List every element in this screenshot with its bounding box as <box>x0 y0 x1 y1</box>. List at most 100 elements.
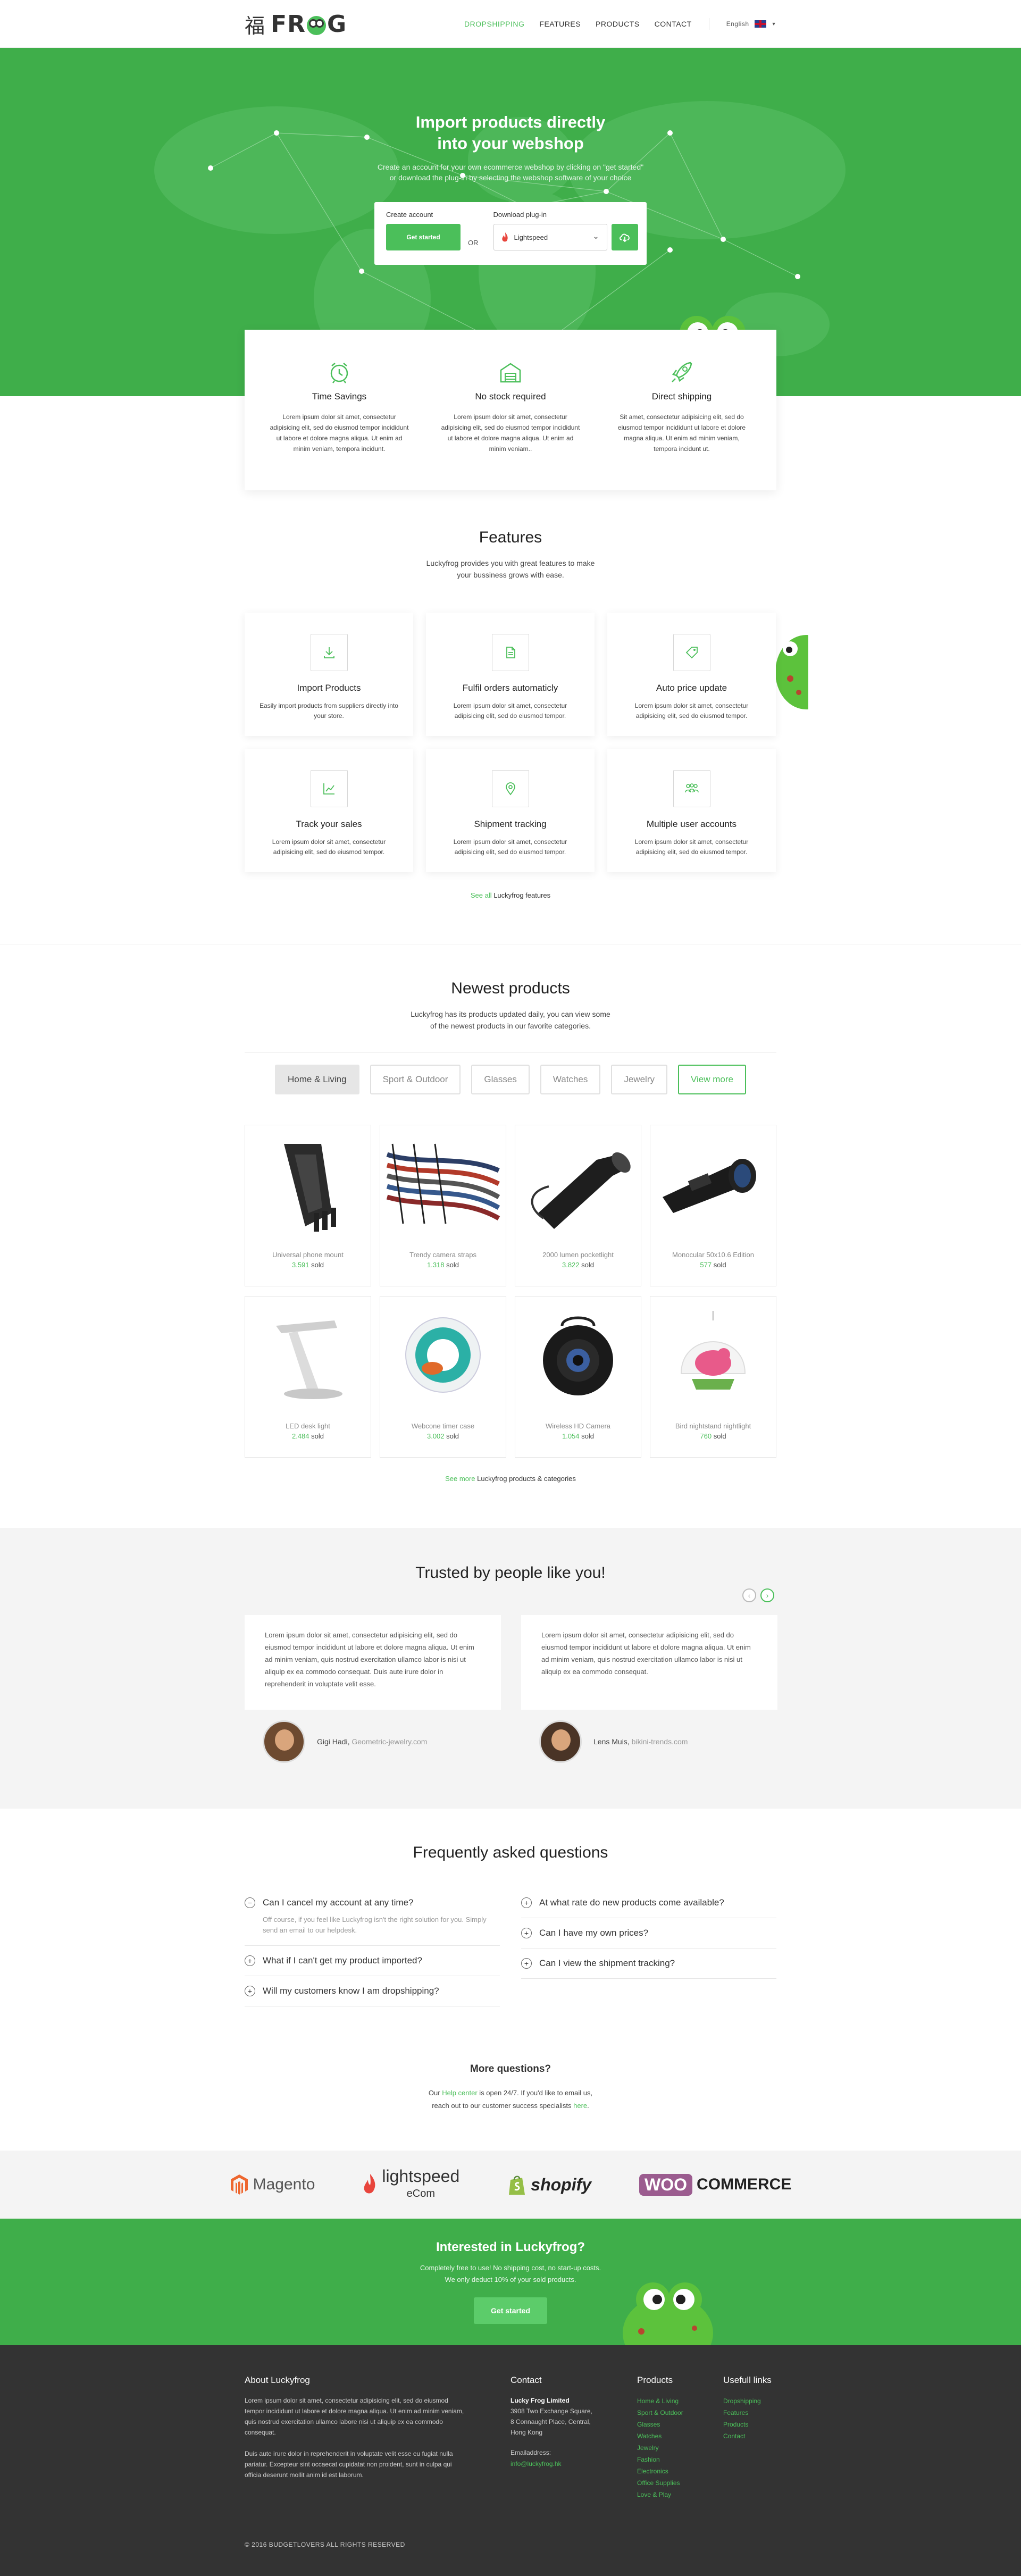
features-grid: Import Products Easily import products f… <box>245 613 776 872</box>
footer-useful-link[interactable]: Products <box>723 2419 772 2430</box>
tab-jewelry[interactable]: Jewelry <box>611 1065 667 1094</box>
woo-badge: WOO <box>639 2173 693 2196</box>
author-site[interactable]: bikini-trends.com <box>632 1737 688 1746</box>
footer-product-link[interactable]: Fashion <box>637 2454 683 2465</box>
cta-title: Interested in Luckyfrog? <box>436 2240 585 2254</box>
here-link[interactable]: here <box>573 2102 587 2110</box>
faq-question: Can I cancel my account at any time? <box>263 1897 414 1908</box>
partner-logos: Magento lightspeed eCom shopify WOO COMME… <box>0 2151 1021 2219</box>
product-name: Bird nightstand nightlight <box>675 1422 751 1430</box>
feature-text: Lorem ipsum dolor sit amet, consectetur … <box>272 838 386 856</box>
footer-product-link[interactable]: Glasses <box>637 2419 683 2430</box>
faq-item[interactable]: + At what rate do new products come avail… <box>521 1888 776 1918</box>
platform-select-value: Lightspeed <box>514 233 548 241</box>
nav-dropshipping[interactable]: DROPSHIPPING <box>464 20 524 28</box>
see-more-rest: Luckyfrog products & categories <box>475 1475 576 1483</box>
logo-text: FR G <box>271 11 347 38</box>
benefit-text: Lorem ipsum dolor sit amet, consectetur … <box>270 413 409 453</box>
product-name: Trendy camera straps <box>409 1251 476 1259</box>
wireless-camera-image <box>543 1316 613 1395</box>
tab-watches[interactable]: Watches <box>540 1065 601 1094</box>
feature-title: Track your sales <box>296 819 362 829</box>
logo-text-b: G <box>327 10 347 38</box>
footer-product-link[interactable]: Sport & Outdoor <box>637 2407 683 2419</box>
nav-features[interactable]: FEATURES <box>539 20 581 28</box>
more-text-1: Our <box>428 2089 442 2097</box>
language-selector[interactable]: English ▼ <box>726 20 776 28</box>
newest-title: Newest products <box>451 980 570 997</box>
faq-title: Frequently asked questions <box>413 1844 608 1861</box>
tab-sport-outdoor[interactable]: Sport & Outdoor <box>370 1065 461 1094</box>
footer-product-link[interactable]: Jewelry <box>637 2442 683 2454</box>
avatar <box>263 1720 305 1763</box>
footer-useful-link[interactable]: Features <box>723 2407 772 2419</box>
footer-useful-link[interactable]: Dropshipping <box>723 2395 772 2407</box>
footer-contact: Contact Lucky Frog Limited 3908 Two Exch… <box>510 2375 617 2470</box>
email-link[interactable]: info@luckyfrog.hk <box>510 2458 617 2470</box>
product-sold: 3.002 sold <box>380 1432 506 1440</box>
users-icon <box>684 783 699 793</box>
nav-contact[interactable]: CONTACT <box>655 20 692 28</box>
download-plugin-button[interactable] <box>611 224 638 250</box>
footer-product-link[interactable]: Home & Living <box>637 2395 683 2407</box>
footer-product-link[interactable]: Watches <box>637 2430 683 2442</box>
footer-useful-links: Usefull links Dropshipping Features Prod… <box>723 2375 772 2442</box>
view-more-button[interactable]: View more <box>677 1065 746 1094</box>
sold-label: sold <box>311 1261 324 1269</box>
product-card[interactable]: LED desk light 2.484 sold <box>245 1296 371 1458</box>
document-icon <box>506 647 515 658</box>
faq-item[interactable]: + Will my customers know I am dropshippin… <box>245 1976 500 2006</box>
product-card[interactable]: Bird nightstand nightlight 760 sold <box>650 1296 776 1458</box>
feature-title: Shipment tracking <box>474 819 547 829</box>
more-questions: More questions? Our Help center is open … <box>0 2063 1021 2112</box>
product-sold: 577 sold <box>650 1261 776 1269</box>
product-card[interactable]: Monocular 50x10.6 Edition 577 sold <box>650 1125 776 1286</box>
product-card[interactable]: Universal phone mount 3.591 sold <box>245 1125 371 1286</box>
next-arrow-icon[interactable]: › <box>760 1588 774 1602</box>
faq-question: Can I have my own prices? <box>539 1928 649 1938</box>
lightspeed-text: lightspeed <box>382 2166 460 2186</box>
faq-item[interactable]: + What if I can't get my product imported… <box>245 1946 500 1976</box>
benefit-direct-shipping: Direct shipping Sit amet, consectetur ad… <box>612 359 751 490</box>
tab-glasses[interactable]: Glasses <box>471 1065 530 1094</box>
feature-title: Fulfil orders automaticly <box>462 683 558 693</box>
magento-logo: Magento <box>230 2173 315 2196</box>
tab-home-living[interactable]: Home & Living <box>275 1065 359 1094</box>
prev-arrow-icon[interactable]: ‹ <box>742 1588 756 1602</box>
platform-select[interactable]: Lightspeed ⌄ <box>493 224 607 250</box>
product-sold-count: 577 <box>700 1261 712 1269</box>
product-card[interactable]: Webcone timer case 3.002 sold <box>380 1296 506 1458</box>
product-sold: 3.591 sold <box>245 1261 371 1269</box>
footer-useful-link[interactable]: Contact <box>723 2430 772 2442</box>
author-site[interactable]: Geometric-jewelry.com <box>352 1737 427 1746</box>
faq-item[interactable]: + Can I have my own prices? <box>521 1918 776 1948</box>
get-started-button[interactable]: Get started <box>386 224 461 250</box>
product-sold: 760 sold <box>650 1432 776 1440</box>
lightspeed-flame-icon <box>364 2174 375 2194</box>
sold-label: sold <box>581 1261 595 1269</box>
logo[interactable]: 福 FR G <box>245 10 347 39</box>
chart-icon <box>323 783 334 794</box>
footer-product-link[interactable]: Love & Play <box>637 2489 683 2500</box>
testimonial-author: Lens Muis, bikini-trends.com <box>539 1720 688 1763</box>
product-sold-count: 1.054 <box>562 1432 580 1440</box>
product-card[interactable]: Wireless HD Camera 1.054 sold <box>515 1296 641 1458</box>
see-more-link[interactable]: See more <box>445 1475 475 1483</box>
faq-item[interactable]: + Can I view the shipment tracking? <box>521 1948 776 1979</box>
plus-circle-icon: + <box>521 1958 532 1969</box>
faq-item[interactable]: − Can I cancel my account at any time? Of… <box>245 1888 500 1946</box>
hero-title-line1: Import products directly <box>415 113 606 131</box>
nav-products[interactable]: PRODUCTS <box>596 20 640 28</box>
help-center-link[interactable]: Help center <box>442 2089 477 2097</box>
product-card[interactable]: Trendy camera straps 1.318 sold <box>380 1125 506 1286</box>
cta-get-started-button[interactable]: Get started <box>474 2297 547 2324</box>
bird-nightlight-image <box>680 1311 746 1390</box>
see-all-link[interactable]: See all <box>471 891 492 899</box>
footer-product-link[interactable]: Electronics <box>637 2465 683 2477</box>
product-card[interactable]: 2000 lumen pocketlight 3.822 sold <box>515 1125 641 1286</box>
ecom-text: eCom <box>406 2187 435 2199</box>
signup-box: Create account Get started OR Download p… <box>374 202 647 265</box>
newest-header: Newest products Luckyfrog has its produc… <box>0 980 1021 1032</box>
footer-product-link[interactable]: Office Supplies <box>637 2477 683 2489</box>
feature-text: Easily import products from suppliers di… <box>260 702 398 720</box>
